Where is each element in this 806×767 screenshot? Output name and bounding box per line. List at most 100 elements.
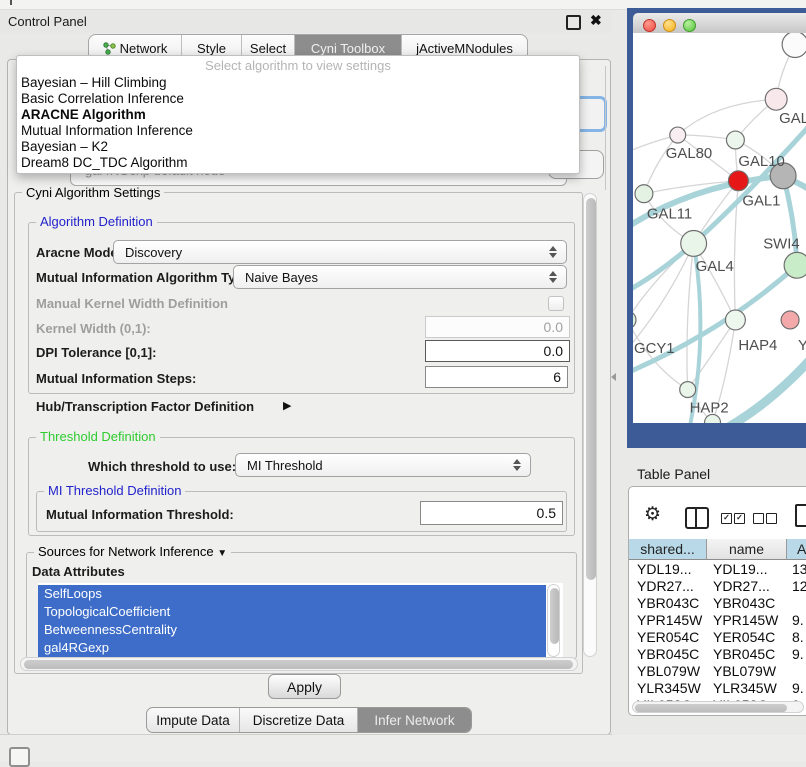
cell[interactable]: YDL19... [637,561,705,578]
dropdown-item[interactable]: Mutual Information Inference [19,123,571,139]
cell[interactable]: 9. [792,680,806,697]
mi-steps-field[interactable]: 6 [425,366,568,388]
split-panel-icon[interactable] [685,507,709,529]
kernel-width-field[interactable]: 0.0 [425,316,570,338]
mi-type-select[interactable]: Naive Bayes [233,265,567,289]
manual-kernel-checkbox[interactable] [548,296,564,311]
cell[interactable]: YDL19... [713,561,785,578]
select-all-checkbox-icon[interactable]: ✓ [734,513,745,524]
expand-arrow-icon[interactable]: ▶ [283,399,291,412]
cell[interactable]: YBR043C [713,595,785,612]
network-node[interactable] [726,131,744,149]
which-threshold-select[interactable]: MI Threshold [235,453,531,477]
cell[interactable]: YLR345W [637,680,705,697]
cell[interactable]: YBR045C [713,646,785,663]
close-traffic-light[interactable] [643,19,656,32]
cell[interactable]: 9. [792,612,806,629]
cell[interactable]: 12 [792,578,806,595]
list-vertical-scrollbar[interactable] [547,584,560,657]
cell[interactable]: 9. [792,646,806,663]
cell[interactable]: YBR045C [637,646,705,663]
column-header-clipped[interactable]: A [787,539,806,560]
network-node[interactable] [680,382,696,398]
tab-select-label: Select [250,41,286,56]
close-icon[interactable]: ✖ [590,12,602,29]
column-header-name[interactable]: name [707,539,787,560]
mi-threshold-field[interactable]: 0.5 [420,501,563,525]
list-item[interactable]: TopologicalCoefficient [38,603,546,621]
cell[interactable]: YBR043C [637,595,705,612]
table-horizontal-scrollbar[interactable] [632,701,804,713]
network-node[interactable] [633,311,636,329]
cell[interactable]: YPR145W [637,612,705,629]
dpi-tolerance-field[interactable]: 0.0 [425,340,570,362]
data-attributes-list[interactable]: SelfLoops TopologicalCoefficient Between… [38,583,563,657]
dropdown-item[interactable]: Bayesian – K2 [19,139,571,155]
mi-steps-label: Mutual Information Steps: [36,371,196,386]
dropdown-item[interactable]: Basic Correlation Inference [19,91,571,107]
dropdown-item-aracne[interactable]: ARACNE Algorithm [19,107,571,123]
network-node[interactable] [782,33,806,57]
cell[interactable]: YBL079W [713,663,785,680]
column-header-shared[interactable]: shared... [629,539,707,560]
cell[interactable]: YER054C [637,629,705,646]
new-table-page-icon[interactable] [795,504,806,527]
list-item[interactable]: BetweennessCentrality [38,621,546,639]
apply-button[interactable]: Apply [268,674,341,699]
minimize-traffic-light[interactable] [663,19,676,32]
stepper-icon [512,459,521,471]
cell[interactable]: YDR27... [713,578,785,595]
network-node[interactable] [784,252,806,278]
sources-title-text: Sources for Network Inference [38,544,214,559]
float-window-icon[interactable] [566,15,581,30]
network-node[interactable] [765,88,787,110]
vertical-scrollbar[interactable] [583,193,597,657]
deselect-all-checkbox-icon[interactable] [753,513,764,524]
horizontal-scrollbar[interactable] [20,657,578,671]
network-node[interactable] [681,230,707,256]
select-all-checkbox-icon[interactable]: ✓ [721,513,732,524]
splitter-handle-icon[interactable] [611,373,616,381]
network-canvas[interactable]: GALGAL80GAL10GAL1GAL11GAL4SWI4GCY1HAP4YH… [633,33,806,423]
cell[interactable]: YDR27... [637,578,705,595]
aracne-mode-select[interactable]: Discovery [113,240,567,264]
tab-discretize-data[interactable]: Discretize Data [239,708,357,732]
node-label: GAL [779,111,806,127]
cell[interactable]: 13 [792,561,806,578]
collapsed-panel-icon[interactable] [9,747,30,767]
cell[interactable]: YBL079W [637,663,705,680]
list-item[interactable]: gal4RGexp [38,639,546,657]
node-label: HAP4 [738,338,777,354]
cell[interactable]: YPR145W [713,612,785,629]
tab-impute-data[interactable]: Impute Data [147,708,239,732]
cell[interactable]: YLR345W [713,680,785,697]
table-scrollbar-thumb[interactable] [635,704,787,712]
network-node[interactable] [670,127,686,143]
network-node[interactable] [635,185,653,203]
tab-infer-network[interactable]: Infer Network [357,708,471,732]
zoom-traffic-light[interactable] [683,19,696,32]
network-node[interactable] [725,310,745,330]
algorithm-dropdown-popup: Select algorithm to view settings Bayesi… [16,55,580,174]
tab-style-label: Style [197,41,226,56]
table-settings-gear-icon[interactable]: ⚙ [644,503,661,526]
network-graph[interactable]: GALGAL80GAL10GAL1GAL11GAL4SWI4GCY1HAP4YH… [633,33,806,423]
network-window-titlebar[interactable] [633,13,806,34]
cell[interactable] [792,595,806,612]
list-scrollbar-thumb[interactable] [550,588,559,644]
deselect-all-checkbox-icon[interactable] [766,513,777,524]
network-node[interactable] [781,311,799,329]
cell[interactable] [792,663,806,680]
dropdown-item[interactable]: Dream8 DC_TDC Algorithm [19,155,571,171]
horizontal-scrollbar-thumb[interactable] [24,660,573,669]
sources-group-title[interactable]: Sources for Network Inference ▼ [34,545,231,560]
control-panel-header [0,10,612,33]
cell[interactable]: 8. [792,629,806,646]
which-threshold-label: Which threshold to use: [88,459,236,474]
cell[interactable]: YER054C [713,629,785,646]
dropdown-item[interactable]: Bayesian – Hill Climbing [19,75,571,91]
list-item[interactable]: SelfLoops [38,585,546,603]
vertical-scrollbar-thumb[interactable] [586,198,596,580]
network-node[interactable] [728,171,748,191]
node-label: Y [798,338,806,354]
